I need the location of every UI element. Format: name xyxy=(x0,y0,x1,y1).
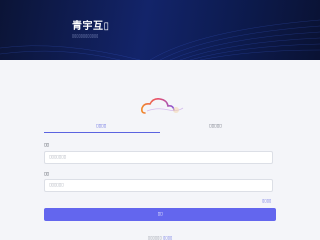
footer-prompt-text: ▯▯▯▯▯▯ xyxy=(147,235,163,240)
brand-subtitle: ▯▯▯▯▯▯▯▯▯▯▯▯ xyxy=(72,33,99,38)
password-input[interactable] xyxy=(45,180,272,191)
username-label: ▯▯ xyxy=(44,143,49,148)
forgot-password-link[interactable]: ▯▯▯▯ xyxy=(262,198,271,203)
hero-wave-pattern xyxy=(0,19,320,60)
cloud-logo-icon xyxy=(141,98,184,114)
active-tab-indicator xyxy=(44,132,160,133)
username-input[interactable] xyxy=(45,152,272,163)
tab-account-login[interactable]: ▯▯▯▯ xyxy=(96,124,106,129)
tab-phone-login[interactable]: ▯▯▯▯▯ xyxy=(209,124,222,129)
brand-title: 青宇互▯ xyxy=(72,21,110,32)
hero-banner: 青宇互▯ ▯▯▯▯▯▯▯▯▯▯▯▯ xyxy=(0,0,320,60)
login-button[interactable]: ▯▯ xyxy=(44,208,276,221)
register-link[interactable]: ▯▯▯▯ xyxy=(163,235,172,240)
password-label: ▯▯ xyxy=(44,172,49,177)
password-field-box xyxy=(44,179,273,192)
footer-register-prompt: ▯▯▯▯▯▯ ▯▯▯▯ xyxy=(0,235,320,240)
username-field-box xyxy=(44,151,273,164)
